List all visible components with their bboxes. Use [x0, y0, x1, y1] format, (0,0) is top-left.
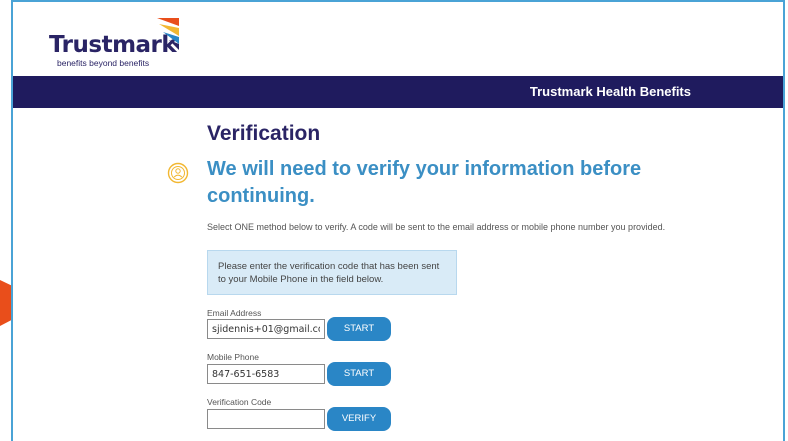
page-frame: Trustmark benefits beyond benefits Trust…	[11, 0, 785, 441]
notice-text: Please enter the verification code that …	[218, 261, 440, 285]
banner-title: Trustmark Health Benefits	[529, 84, 691, 99]
logo-tagline: benefits beyond benefits	[57, 58, 150, 68]
trustmark-logo[interactable]: Trustmark benefits beyond benefits	[49, 18, 189, 68]
logo-mark-icon	[157, 18, 179, 50]
user-circle-icon	[167, 162, 189, 184]
email-start-button[interactable]: START	[327, 317, 391, 341]
email-field[interactable]	[207, 319, 325, 339]
email-label: Email Address	[207, 308, 262, 318]
phone-label: Mobile Phone	[207, 352, 259, 362]
verification-code-input[interactable]	[207, 409, 325, 429]
mobile-phone-field[interactable]	[207, 364, 325, 384]
verify-button[interactable]: VERIFY	[327, 407, 391, 431]
phone-start-button[interactable]: START	[327, 362, 391, 386]
instruction-text: Select ONE method below to verify. A cod…	[207, 222, 666, 232]
notice-box: Please enter the verification code that …	[207, 250, 457, 295]
header-banner: Trustmark Health Benefits	[13, 76, 783, 108]
verify-headline: We will need to verify your information …	[207, 158, 642, 207]
page-title: Verification	[207, 122, 321, 145]
verification-code-label: Verification Code	[207, 397, 272, 407]
